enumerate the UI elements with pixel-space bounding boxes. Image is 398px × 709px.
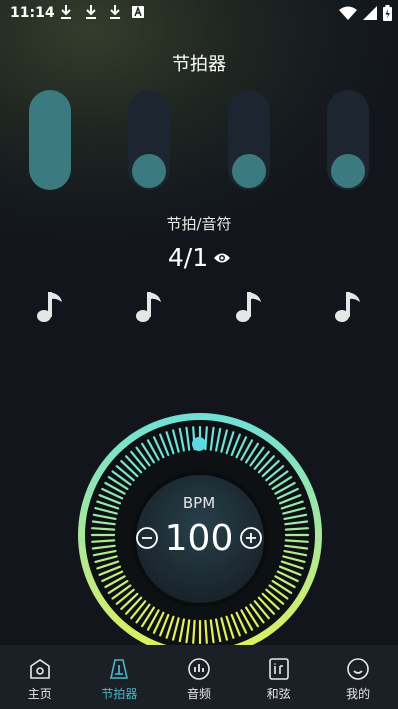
dial-tick [284,527,309,531]
nav-item-chord[interactable]: 和弦 [239,645,319,709]
beat-slider-knob[interactable] [331,154,365,188]
dial-tick [192,619,196,644]
status-bar: 11:14 [0,0,398,28]
metronome-icon [110,659,129,679]
nav-label-chord: 和弦 [266,687,291,701]
music-note-icon[interactable] [233,289,265,325]
download-icon [110,5,120,19]
bottom-nav: 主页 节拍器 音频 和弦 我的 [0,645,398,709]
chord-icon [268,658,289,680]
status-time: 11:14 [10,5,55,21]
time-signature-value[interactable]: 4/1 [168,243,208,272]
nav-item-audio[interactable]: 音频 [159,645,239,709]
dial-indicator[interactable] [192,437,206,451]
download-icon [86,5,96,19]
beat-slider-4[interactable] [327,90,369,190]
dial-tick [91,527,116,531]
page-title: 节拍器 [172,54,226,75]
download-icon [61,5,71,19]
home-icon [29,659,50,679]
profile-icon [347,658,369,680]
beat-slider-knob[interactable] [132,154,166,188]
nav-label-home: 主页 [27,687,52,701]
minus-circle-icon[interactable] [135,526,159,550]
beat-slider-1[interactable] [29,90,71,190]
music-note-icon[interactable] [332,289,364,325]
nav-label-metronome: 节拍器 [101,687,138,701]
time-signature-selector[interactable]: 4/1 [0,243,398,272]
nav-label-audio: 音频 [186,687,211,701]
dial-tick [91,539,116,543]
battery-icon [383,5,392,21]
wifi-icon [339,6,357,20]
eye-icon[interactable] [214,252,231,264]
dial-tick [284,539,309,543]
beat-slider-3[interactable] [228,90,270,190]
audio-icon [188,658,210,680]
music-note-icon[interactable] [133,289,165,325]
beat-slider-knob[interactable] [232,154,266,188]
plus-circle-icon[interactable] [239,526,263,550]
nav-item-profile[interactable]: 我的 [318,645,398,709]
bpm-label: BPM [182,494,216,512]
beat-slider-2[interactable] [128,90,170,190]
nav-label-profile: 我的 [346,687,371,701]
bpm-display: BPM 100 [130,470,268,600]
music-note-icon[interactable] [34,289,66,325]
nav-item-metronome[interactable]: 节拍器 [80,645,160,709]
cellular-icon [363,6,377,20]
nav-item-home[interactable]: 主页 [0,645,80,709]
a-icon [132,6,144,18]
dial-tick [204,619,208,644]
time-signature-label: 节拍/音符 [166,215,232,233]
